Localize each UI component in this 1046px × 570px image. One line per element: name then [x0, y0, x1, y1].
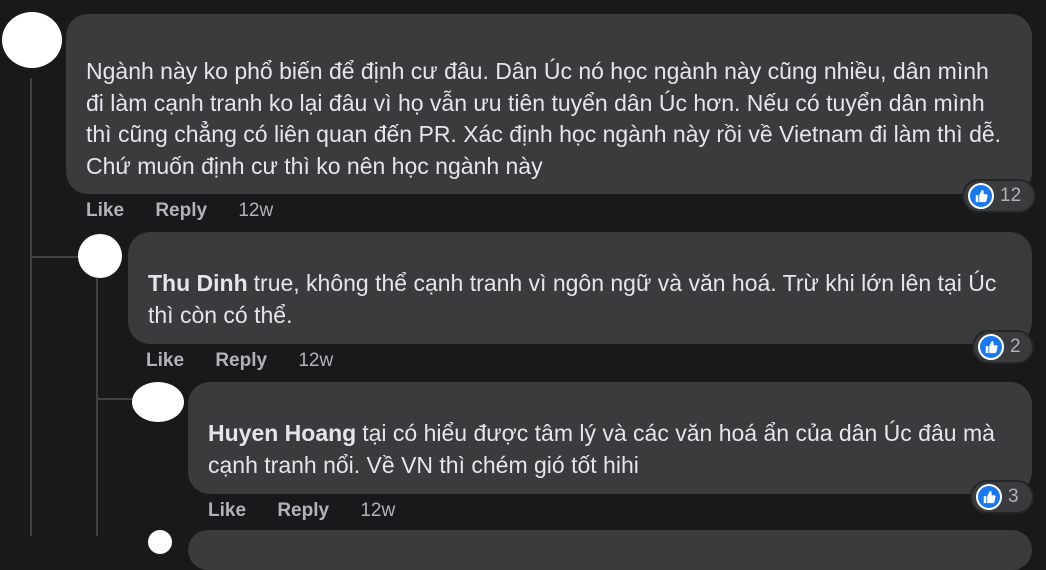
comment-bubble: Thu Dinh true, không thể cạnh tranh vì ng…	[128, 232, 1032, 344]
reaction-count-text: 3	[1008, 486, 1019, 507]
comment-actions: Like Reply 12w	[86, 200, 273, 224]
reaction-count[interactable]: 3	[972, 482, 1032, 512]
reaction-count-text: 2	[1010, 336, 1021, 357]
thread-line	[96, 400, 98, 536]
like-button[interactable]: Like	[146, 350, 184, 372]
thread-line	[30, 256, 32, 536]
thread-line	[30, 256, 78, 258]
avatar[interactable]	[148, 530, 172, 554]
comment-bubble	[188, 530, 1032, 570]
timestamp[interactable]: 12w	[360, 500, 395, 522]
thread-line	[96, 278, 98, 400]
author-mention[interactable]: Huyen Hoang	[208, 420, 356, 446]
comment-actions: Like Reply 12w	[208, 500, 395, 524]
reply-button[interactable]: Reply	[215, 350, 267, 372]
reaction-count[interactable]: 12	[964, 181, 1034, 211]
thumbs-up-icon	[968, 183, 994, 209]
thread-line	[96, 398, 136, 400]
reply-button[interactable]: Reply	[155, 200, 207, 222]
comment-text: true, không thể cạnh tranh vì ngôn ngữ v…	[148, 270, 997, 328]
like-button[interactable]: Like	[86, 200, 124, 222]
author-mention[interactable]: Thu Dinh	[148, 270, 248, 296]
thumbs-up-icon	[976, 484, 1002, 510]
thread-line	[30, 78, 32, 258]
timestamp[interactable]: 12w	[238, 200, 273, 222]
reaction-count[interactable]: 2	[974, 332, 1032, 362]
thumbs-up-icon	[978, 334, 1004, 360]
reaction-count-text: 12	[1000, 185, 1022, 206]
avatar[interactable]	[2, 12, 62, 68]
avatar[interactable]	[132, 382, 184, 422]
comment-text: Ngành này ko phổ biến để định cư đâu. Dâ…	[86, 58, 1002, 179]
like-button[interactable]: Like	[208, 500, 246, 522]
avatar[interactable]	[78, 234, 122, 278]
reply-button[interactable]: Reply	[277, 500, 329, 522]
timestamp[interactable]: 12w	[298, 350, 333, 372]
comment-bubble: Huyen Hoang tại có hiểu được tâm lý và cá…	[188, 382, 1032, 494]
comment-actions: Like Reply 12w	[146, 350, 333, 374]
comment-bubble: Ngành này ko phổ biến để định cư đâu. Dâ…	[66, 14, 1032, 194]
